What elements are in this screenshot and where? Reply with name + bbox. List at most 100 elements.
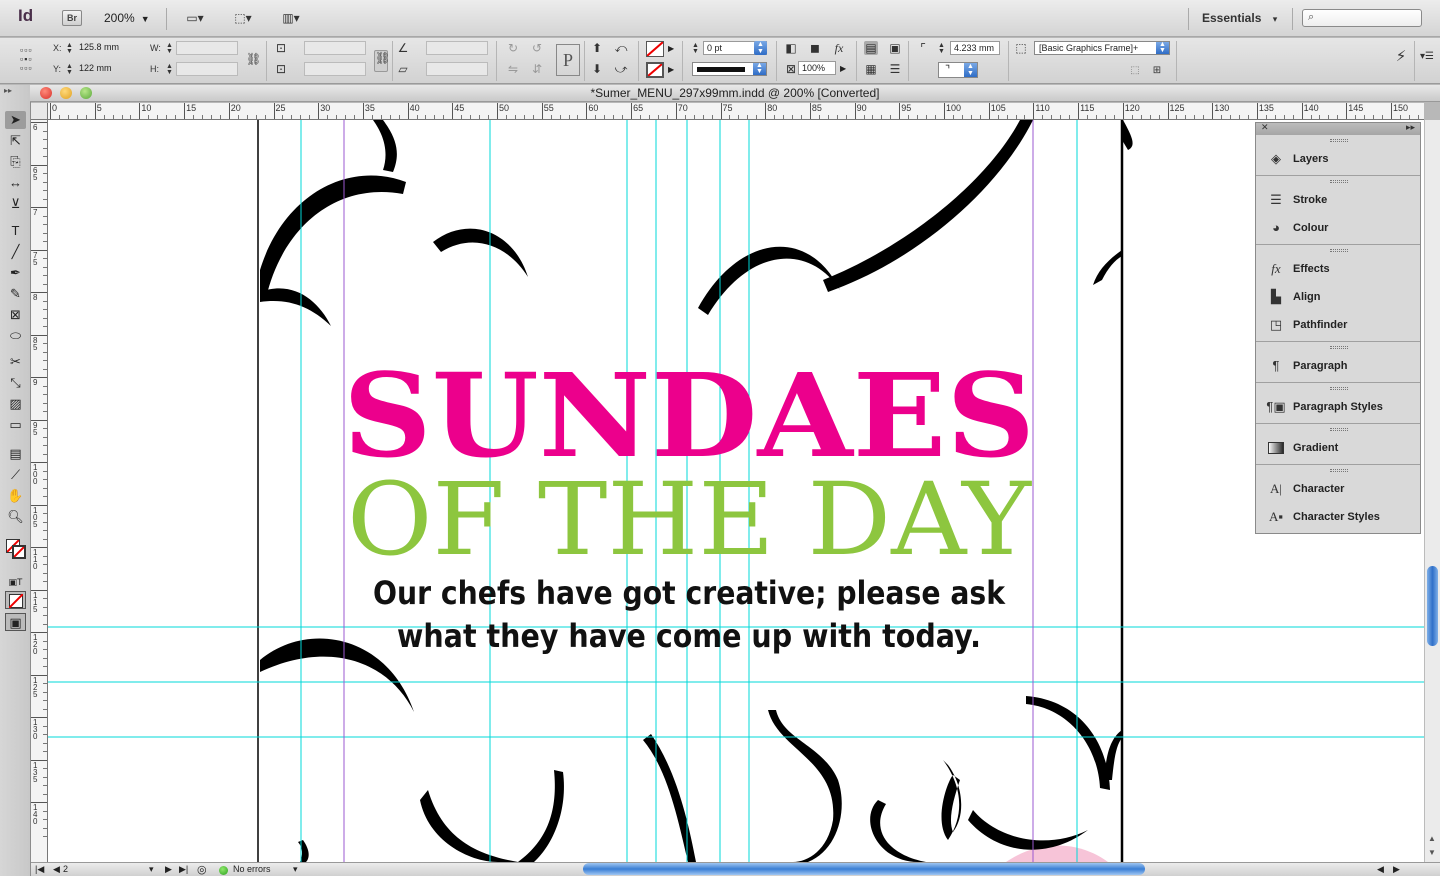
direct-selection-tool-icon[interactable]: ⇱ (5, 132, 26, 150)
panel-effects[interactable]: fx Effects (1266, 259, 1416, 279)
gradient-feather-tool-icon[interactable]: ▭ (5, 416, 26, 434)
collapse-icon[interactable]: ▸▸ (4, 86, 12, 95)
shear-angle-icon[interactable]: ▱ (396, 62, 410, 76)
panel-character-styles[interactable]: A▪ Character Styles (1266, 507, 1416, 527)
opacity-icon[interactable]: ⊠ (784, 62, 798, 76)
new-style-icon[interactable]: ⊞ (1150, 64, 1164, 78)
panel-pathfinder[interactable]: ◳ Pathfinder (1266, 315, 1416, 335)
opacity-field[interactable]: 100% (798, 61, 836, 75)
corner-shape-dropdown[interactable]: ⌝ ▲ ▼ (938, 62, 978, 78)
x-field[interactable]: 125.8 mm (76, 41, 140, 55)
close-window-button[interactable] (40, 87, 52, 99)
view-options-button[interactable]: ▭▾ (178, 9, 212, 27)
body-text-line-2[interactable]: what they have come up with today. (397, 617, 981, 655)
scale-x-icon[interactable]: ⊡ (274, 41, 288, 55)
panel-layers[interactable]: ◈ Layers (1266, 149, 1416, 169)
text-wrap-jump-icon[interactable]: ☰ (888, 62, 902, 76)
text-wrap-none-icon[interactable]: ▤ (864, 41, 878, 55)
close-icon[interactable]: ✕ (1261, 122, 1269, 133)
rectangle-frame-tool-icon[interactable]: ⊠ (5, 306, 26, 324)
object-style-dropdown[interactable]: [Basic Graphics Frame]+ ▲ ▼ (1034, 41, 1170, 55)
zoom-window-button[interactable] (80, 87, 92, 99)
preflight-menu-icon[interactable]: ▾ (293, 864, 298, 875)
w-stepper[interactable]: ▲ ▼ (166, 42, 173, 55)
pen-tool-icon[interactable]: ✒ (5, 264, 26, 282)
select-next-icon[interactable]: ⤻ (614, 62, 628, 76)
vertical-scroll-thumb[interactable] (1427, 566, 1438, 646)
page-number-field[interactable]: 2 (63, 864, 68, 874)
stroke-type-dropdown[interactable]: ▲ ▼ (692, 62, 767, 76)
stroke-weight-dropdown-icon[interactable]: ▲ ▼ (754, 41, 767, 55)
rotate-cw-icon[interactable]: ↻ (506, 41, 520, 55)
grip-icon[interactable] (1330, 346, 1348, 349)
body-text-line-1[interactable]: Our chefs have got creative; please ask (373, 574, 1006, 612)
vertical-ruler[interactable]: 6 65 7 75 8 85 9 95 100 105 110 115 120 125 130 135 140 (31, 120, 48, 862)
stroke-menu-icon[interactable]: ▶ (668, 65, 674, 74)
pencil-tool-icon[interactable]: ✎ (5, 285, 26, 303)
eyedropper-tool-icon[interactable]: ⟋ (5, 466, 26, 484)
zoom-level-dropdown[interactable]: 200% ▼ (104, 11, 150, 25)
search-input[interactable]: ⌕ (1302, 9, 1422, 27)
line-tool-icon[interactable]: ╱ (5, 243, 26, 261)
scale-y-icon[interactable]: ⊡ (274, 62, 288, 76)
minimize-window-button[interactable] (60, 87, 72, 99)
free-transform-tool-icon[interactable]: ⤡ (5, 374, 26, 392)
scroll-left-icon[interactable]: ◀ (1377, 864, 1384, 875)
content-collector-icon[interactable]: ⊻ (5, 195, 26, 213)
select-previous-icon[interactable]: ⤺ (614, 41, 628, 55)
scale-y-field[interactable] (304, 62, 366, 76)
rotate-angle-icon[interactable]: ∠ (396, 41, 410, 55)
text-wrap-shape-icon[interactable]: ▦ (864, 62, 878, 76)
flip-horizontal-icon[interactable]: ⇋ (506, 62, 520, 76)
zoom-tool-icon[interactable]: 🔍︎ (5, 508, 26, 526)
stroke-none-icon[interactable] (12, 545, 26, 559)
panel-menu-icon[interactable]: ▾☰ (1420, 50, 1434, 64)
corner-options-icon[interactable]: ⌜ (916, 41, 930, 55)
formatting-affects-icon[interactable]: ▣T (5, 573, 26, 591)
rotation-field[interactable] (426, 41, 488, 55)
gap-tool-icon[interactable]: ↔ (5, 174, 26, 192)
text-wrap-bounding-icon[interactable]: ▣ (888, 41, 902, 55)
select-container-icon[interactable]: ⬆ (590, 41, 604, 55)
select-content-icon[interactable]: ⬇ (590, 62, 604, 76)
type-tool-icon[interactable]: T (5, 222, 26, 240)
shadow-icon[interactable]: ◼ (808, 41, 822, 55)
constrain-scale-icon[interactable]: ⛓ (374, 50, 390, 72)
panel-gradient[interactable]: Gradient (1266, 438, 1416, 458)
stroke-weight-stepper[interactable]: ▲ ▼ (692, 42, 699, 55)
grip-icon[interactable] (1330, 139, 1348, 142)
reference-point-icon[interactable]: ▫▫▫ ▫▪▫ ▫▫▫ (20, 46, 42, 76)
first-page-icon[interactable]: |◀ (35, 864, 44, 875)
horizontal-ruler[interactable]: 0 5 10 15 20 25 30 35 40 45 50 55 60 65 70 75 80 85 90 95 10… (48, 103, 1424, 120)
grip-icon[interactable] (1330, 249, 1348, 252)
panel-stroke[interactable]: ☰ Stroke (1266, 190, 1416, 210)
vertical-scrollbar[interactable]: ▲ ▼ (1424, 120, 1440, 862)
arrange-documents-button[interactable]: ▥▾ (274, 9, 308, 27)
expand-panels-icon[interactable]: ▸▸ (1406, 122, 1415, 133)
panel-colour[interactable]: ◕ Colour (1266, 218, 1416, 238)
note-tool-icon[interactable]: ▤ (5, 445, 26, 463)
workspace-switcher[interactable]: Essentials ▾ (1202, 11, 1277, 25)
drop-shadow-icon[interactable]: ◧ (784, 41, 798, 55)
corner-size-field[interactable]: 4.233 mm (950, 41, 1000, 55)
quick-apply-icon[interactable]: ⚡ (1394, 49, 1408, 64)
last-page-icon[interactable]: ▶| (179, 864, 188, 875)
flip-vertical-icon[interactable]: ⇵ (530, 62, 544, 76)
ruler-origin[interactable] (31, 103, 48, 120)
page-menu-icon[interactable]: ▾ (149, 864, 154, 875)
grip-icon[interactable] (1330, 387, 1348, 390)
text-orientation-icon[interactable]: P (556, 44, 580, 76)
selection-tool-icon[interactable]: ➤ (5, 111, 26, 129)
apply-none-icon[interactable] (5, 591, 26, 609)
x-stepper[interactable]: ▲ ▼ (66, 42, 73, 55)
scroll-down-icon[interactable]: ▼ (1428, 848, 1436, 857)
preflight-profile-icon[interactable]: ◎ (197, 863, 207, 876)
rotate-ccw-icon[interactable]: ↺ (530, 41, 544, 55)
panel-paragraph-styles[interactable]: ¶▣ Paragraph Styles (1266, 397, 1416, 417)
opacity-menu-icon[interactable]: ▶ (840, 64, 846, 73)
gradient-swatch-tool-icon[interactable]: ▨ (5, 395, 26, 413)
panel-align[interactable]: ▙ Align (1266, 287, 1416, 307)
y-stepper[interactable]: ▲ ▼ (66, 63, 73, 76)
grip-icon[interactable] (1330, 180, 1348, 183)
scissors-tool-icon[interactable]: ✂ (5, 353, 26, 371)
